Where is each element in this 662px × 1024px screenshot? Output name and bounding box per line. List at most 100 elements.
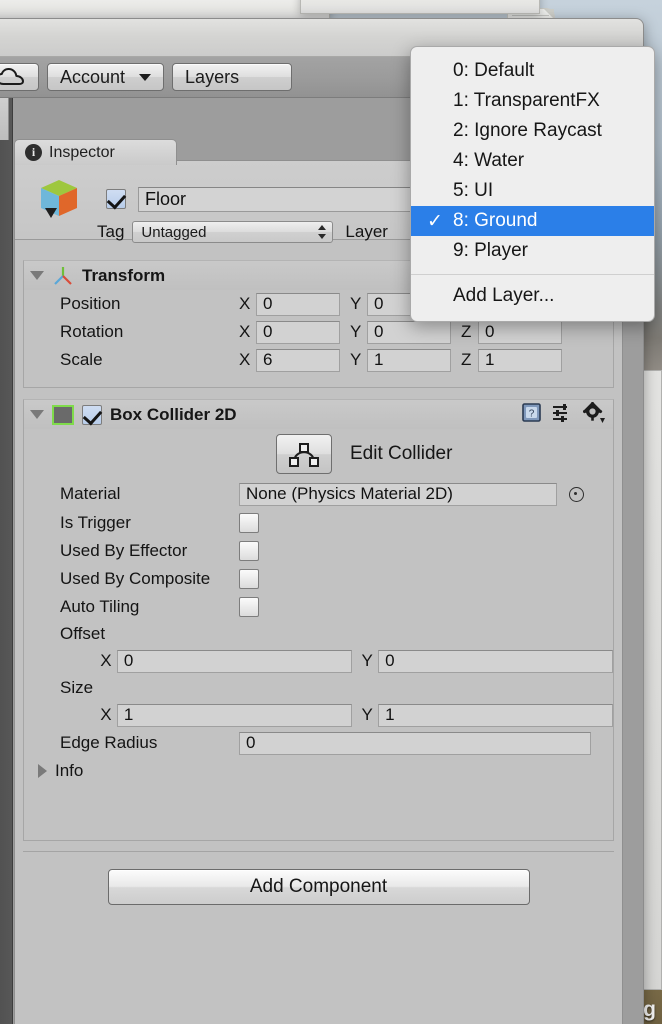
add-layer-menu-item[interactable]: Add Layer...	[411, 281, 654, 311]
auto-tiling-label: Auto Tiling	[60, 597, 140, 616]
is-trigger-label: Is Trigger	[60, 513, 131, 532]
rotation-y-value: 0	[374, 322, 384, 341]
material-object-field[interactable]: None (Physics Material 2D)	[239, 482, 557, 506]
layer-menu-item-label: 2: Ignore Raycast	[453, 120, 602, 141]
expand-triangle-icon[interactable]	[38, 764, 47, 778]
layers-dropdown-button[interactable]: Layers	[172, 63, 293, 91]
background-window-right[interactable]	[300, 0, 540, 14]
layer-menu-item-label: 1: TransparentFX	[453, 90, 600, 111]
transform-title: Transform	[82, 265, 166, 285]
tab-inspector[interactable]: i Inspector	[14, 139, 177, 165]
offset-y-axis-label: Y	[361, 651, 373, 670]
offset-x-value: 0	[123, 651, 134, 670]
edit-collider-row: Edit Collider	[24, 429, 613, 479]
offset-row: X 0 Y 0	[24, 647, 614, 675]
cloud-services-button[interactable]	[0, 63, 39, 91]
scale-z-input[interactable]: 1	[478, 348, 562, 372]
component-box-collider-2d: Box Collider 2D ? Edit Collider Material…	[23, 399, 614, 841]
tag-dropdown[interactable]: Untagged	[132, 221, 334, 243]
offset-label: Offset	[60, 624, 106, 643]
chevron-down-icon	[139, 73, 152, 81]
scale-x-axis-label: X	[239, 350, 251, 369]
cloud-icon	[0, 68, 26, 86]
account-label: Account	[60, 66, 126, 87]
scale-z-value: 1	[485, 350, 495, 369]
offset-x-axis-label: X	[100, 651, 112, 670]
screen-root: n g Account Layers	[0, 0, 662, 1024]
scale-y-axis-label: Y	[350, 350, 362, 369]
size-y-input[interactable]: 1	[378, 703, 614, 727]
inspector-tab-label: Inspector	[49, 143, 115, 161]
background-taskbar-fragment: g	[643, 998, 656, 1021]
edge-radius-label: Edge Radius	[60, 733, 158, 752]
gameobject-enabled-checkbox[interactable]	[106, 189, 126, 209]
size-row: X 1 Y 1	[24, 701, 614, 729]
used-by-composite-checkbox[interactable]	[239, 569, 259, 589]
info-foldout-row[interactable]: Info	[24, 757, 613, 785]
box-collider-enabled-checkbox[interactable]	[82, 404, 102, 425]
gear-icon[interactable]	[582, 401, 605, 428]
rotation-x-value: 0	[263, 322, 273, 341]
help-book-icon[interactable]: ?	[521, 402, 542, 428]
layer-menu-item-6[interactable]: 9: Player	[411, 236, 654, 266]
layer-dropdown-menu[interactable]: 0: Default 1: TransparentFX 2: Ignore Ra…	[410, 46, 655, 322]
layer-label: Layer	[345, 222, 388, 241]
scale-y-input[interactable]: 1	[367, 348, 451, 372]
is-trigger-checkbox[interactable]	[239, 513, 259, 533]
scale-z-axis-label: Z	[461, 350, 472, 369]
layer-menu-item-4[interactable]: 5: UI	[411, 176, 654, 206]
edit-collider-button[interactable]	[276, 434, 332, 474]
scale-y-value: 1	[374, 350, 384, 369]
collapse-triangle-icon[interactable]	[30, 410, 44, 419]
rotation-z-input[interactable]: 0	[478, 320, 562, 344]
edge-radius-value: 0	[246, 733, 256, 752]
transform-axis-icon	[52, 266, 74, 286]
component-header-icons: ?	[521, 401, 613, 428]
box-collider-header[interactable]: Box Collider 2D ?	[24, 400, 613, 429]
layer-menu-item-label: 4: Water	[453, 150, 525, 171]
collider-edit-icon	[289, 443, 319, 467]
layer-menu-item-3[interactable]: 4: Water	[411, 146, 654, 176]
position-x-input[interactable]: 0	[256, 292, 340, 316]
layer-menu-item-label: 8: Ground	[453, 210, 538, 231]
background-window-left[interactable]	[0, 0, 330, 20]
auto-tiling-checkbox[interactable]	[239, 597, 259, 617]
offset-y-value: 0	[385, 651, 395, 670]
info-icon: i	[25, 144, 42, 161]
used-by-effector-checkbox[interactable]	[239, 541, 259, 561]
offset-y-input[interactable]: 0	[378, 649, 614, 673]
layer-menu-item-1[interactable]: 1: TransparentFX	[411, 86, 654, 116]
layer-menu-item-5-selected[interactable]: ✓ 8: Ground	[411, 206, 654, 236]
size-y-value: 1	[385, 705, 395, 724]
hierarchy-tab-edge[interactable]	[0, 98, 9, 140]
rotation-y-input[interactable]: 0	[367, 320, 451, 344]
gameobject-cube-icon	[37, 178, 81, 220]
used-by-effector-label: Used By Effector	[60, 541, 188, 560]
collapse-triangle-icon[interactable]	[30, 271, 44, 280]
layer-menu-item-2[interactable]: 2: Ignore Raycast	[411, 116, 654, 146]
add-component-button[interactable]: Add Component	[107, 869, 530, 905]
tag-value: Untagged	[141, 223, 207, 241]
size-label: Size	[60, 678, 94, 697]
updown-arrows-icon	[318, 225, 327, 239]
preset-sliders-icon[interactable]	[552, 402, 573, 428]
checkmark-icon: ✓	[427, 210, 443, 232]
offset-x-input[interactable]: 0	[116, 649, 352, 673]
auto-tiling-row: Auto Tiling	[24, 593, 613, 621]
rotation-x-input[interactable]: 0	[256, 320, 340, 344]
layers-label: Layers	[185, 66, 240, 87]
scale-x-input[interactable]: 6	[256, 348, 340, 372]
edge-radius-input[interactable]: 0	[239, 731, 591, 755]
object-picker-icon[interactable]	[569, 486, 584, 502]
material-label: Material	[60, 484, 121, 503]
account-button[interactable]: Account	[47, 63, 165, 91]
position-y-axis-label: Y	[350, 294, 362, 313]
offset-section-label-row: Offset	[24, 621, 613, 647]
size-x-input[interactable]: 1	[116, 703, 352, 727]
hierarchy-panel-edge	[0, 98, 13, 1024]
size-x-axis-label: X	[100, 705, 112, 724]
svg-text:?: ?	[529, 408, 535, 419]
layer-menu-item-0[interactable]: 0: Default	[411, 56, 654, 86]
layer-menu-item-label: 0: Default	[453, 60, 535, 81]
size-x-value: 1	[123, 705, 134, 724]
